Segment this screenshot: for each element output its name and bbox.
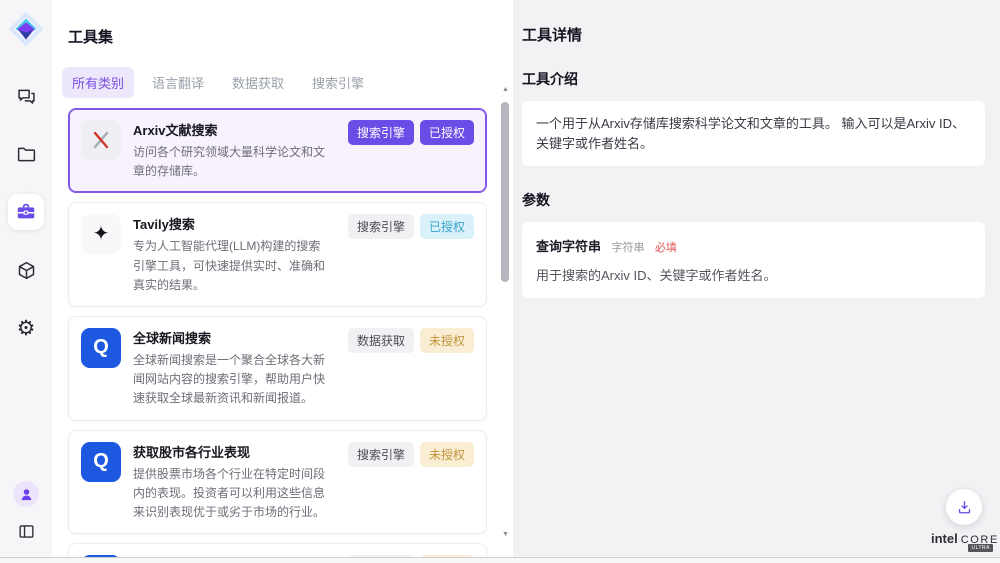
tavily-icon: ✦ xyxy=(81,214,121,254)
param-name: 查询字符串 xyxy=(536,239,601,254)
folder-icon xyxy=(16,144,37,165)
category-badge: 搜索引擎 xyxy=(348,120,414,145)
toolbox-icon xyxy=(15,201,37,223)
app-logo-icon xyxy=(7,10,45,48)
tab-translation[interactable]: 语言翻译 xyxy=(142,67,214,98)
download-icon xyxy=(956,499,973,516)
tool-card-tavily[interactable]: ✦ Tavily搜索 专为人工智能代理(LLM)构建的搜索引擎工具，可快速提供实… xyxy=(68,202,487,307)
intel-core-logo: intelCORE ULTRA xyxy=(931,530,993,548)
param-item: 查询字符串 字符串 必填 用于搜索的Arxiv ID、关键字或作者姓名。 xyxy=(522,222,985,298)
tool-card-active-stocks[interactable]: Q 获取市场最活跃股票信息 提供当天交易量最高的股票列表，投资者可以利用这些信息… xyxy=(68,543,487,557)
scroll-down-icon[interactable]: ▼ xyxy=(500,531,511,538)
sidebar-item-chat[interactable] xyxy=(8,78,44,114)
download-button[interactable] xyxy=(946,489,982,525)
tool-desc: 访问各个研究领域大量科学论文和文章的存储库。 xyxy=(133,143,330,181)
category-badge: 搜索引擎 xyxy=(348,442,414,467)
tool-details-panel: 工具详情 工具介绍 一个用于从Arxiv存储库搜索科学论文和文章的工具。 输入可… xyxy=(513,0,1000,557)
auth-status-badge: 已授权 xyxy=(420,120,474,145)
tool-card-stock-sector[interactable]: Q 获取股市各行业表现 提供股票市场各个行业在特定时间段内的表现。投资者可以利用… xyxy=(68,430,487,535)
tool-desc: 提供股票市场各个行业在特定时间段内的表现。投资者可以利用这些信息来识别表现优于或… xyxy=(133,465,330,523)
scrollbar-thumb[interactable] xyxy=(501,102,509,282)
window-bottom-strip xyxy=(0,558,1000,563)
tab-data-fetch[interactable]: 数据获取 xyxy=(222,67,294,98)
sidebar-item-files[interactable] xyxy=(8,136,44,172)
sidebar-item-settings[interactable]: ⚙ xyxy=(8,310,44,346)
tool-desc: 全球新闻搜索是一个聚合全球各大新闻网站内容的搜索引擎，帮助用户快速获取全球最新资… xyxy=(133,351,330,409)
sidebar-item-packages[interactable] xyxy=(8,252,44,288)
panel-toggle-icon xyxy=(17,522,36,541)
details-title: 工具详情 xyxy=(522,24,985,45)
cube-icon xyxy=(16,260,37,281)
param-type: 字符串 xyxy=(611,242,644,254)
auth-status-badge: 已授权 xyxy=(420,214,474,239)
toolset-panel: 工具集 所有类别 语言翻译 数据获取 搜索引擎 Arxiv文献搜索 访问各个研究… xyxy=(52,0,513,557)
stock-sector-icon: Q xyxy=(81,442,121,482)
param-required-flag: 必填 xyxy=(655,242,677,254)
scrollbar: ▲ ▼ xyxy=(500,86,511,538)
tool-list: Arxiv文献搜索 访问各个研究领域大量科学论文和文章的存储库。 搜索引擎 已授… xyxy=(68,108,487,557)
tool-title: 获取股市各行业表现 xyxy=(133,442,330,461)
arxiv-icon xyxy=(81,120,121,160)
global-news-icon: Q xyxy=(81,328,121,368)
brand-name: intel xyxy=(931,531,958,546)
intro-text: 一个用于从Arxiv存储库搜索科学论文和文章的工具。 输入可以是Arxiv ID… xyxy=(522,101,985,166)
user-icon xyxy=(19,487,34,502)
brand-tier-badge: ULTRA xyxy=(968,544,993,552)
params-heading: 参数 xyxy=(522,190,985,210)
param-desc: 用于搜索的Arxiv ID、关键字或作者姓名。 xyxy=(536,265,971,284)
category-badge: 搜索引擎 xyxy=(348,214,414,239)
chat-icon xyxy=(16,86,37,107)
tool-desc: 专为人工智能代理(LLM)构建的搜索引擎工具，可快速提供实时、准确和真实的结果。 xyxy=(133,237,330,295)
auth-status-badge: 未授权 xyxy=(420,328,474,353)
category-tabs: 所有类别 语言翻译 数据获取 搜索引擎 xyxy=(62,67,513,98)
tool-card-global-news[interactable]: Q 全球新闻搜索 全球新闻搜索是一个聚合全球各大新闻网站内容的搜索引擎，帮助用户… xyxy=(68,316,487,421)
tool-title: Arxiv文献搜索 xyxy=(133,120,330,139)
tool-title: 全球新闻搜索 xyxy=(133,328,330,347)
auth-status-badge: 未授权 xyxy=(420,442,474,467)
user-avatar[interactable] xyxy=(13,481,39,507)
gear-icon: ⚙ xyxy=(17,318,36,339)
tab-search-engine[interactable]: 搜索引擎 xyxy=(302,67,374,98)
panel-toggle-button[interactable] xyxy=(14,519,38,543)
page-title: 工具集 xyxy=(68,26,513,47)
tool-card-arxiv[interactable]: Arxiv文献搜索 访问各个研究领域大量科学论文和文章的存储库。 搜索引擎 已授… xyxy=(68,108,487,193)
scroll-up-icon[interactable]: ▲ xyxy=(500,86,511,93)
sidebar: ⚙ xyxy=(0,0,52,557)
category-badge: 数据获取 xyxy=(348,328,414,353)
tool-title: Tavily搜索 xyxy=(133,214,330,233)
tab-all-categories[interactable]: 所有类别 xyxy=(62,67,134,98)
intro-heading: 工具介绍 xyxy=(522,69,985,89)
sidebar-item-tools[interactable] xyxy=(8,194,44,230)
